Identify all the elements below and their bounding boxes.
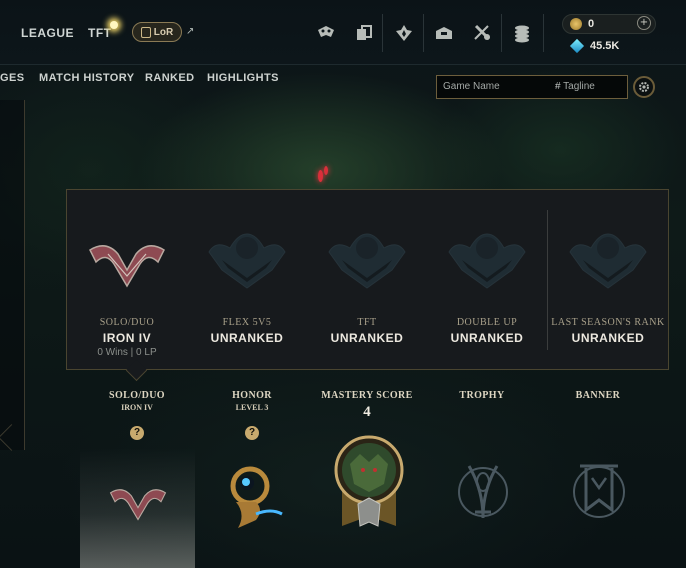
- rp-amount: 0: [588, 18, 595, 30]
- queue-name: LAST SEASON'S RANK: [551, 317, 665, 328]
- gear-icon: [639, 82, 649, 92]
- tab-ranked[interactable]: RANKED: [145, 72, 194, 84]
- ranks-popup: SOLO/DUO IRON IV 0 Wins | 0 LP FLEX 5V5 …: [66, 189, 669, 370]
- toolbar-divider: [423, 14, 424, 52]
- be-amount: 45.5K: [590, 40, 620, 52]
- queue-name: DOUBLE UP: [456, 317, 518, 328]
- blue-essence-icon: [569, 38, 585, 54]
- solo-help-icon[interactable]: ?: [130, 426, 144, 440]
- tab-pages[interactable]: GES: [0, 72, 24, 84]
- tab-match-history[interactable]: MATCH HISTORY: [39, 72, 134, 84]
- trophy-icon: [458, 465, 508, 519]
- card-mastery[interactable]: MASTERY SCORE 4: [310, 390, 424, 421]
- top-navigation-bar: LEAGUE TFT LoR ↗ 0 + 45.5K: [0, 0, 686, 65]
- honor-icon: [230, 466, 283, 528]
- buy-rp-button[interactable]: +: [637, 16, 651, 30]
- card-solo-duo[interactable]: SOLO/DUO IRON IV: [80, 390, 194, 412]
- store-icon[interactable]: [313, 20, 339, 46]
- card-title: SOLO/DUO: [109, 390, 165, 401]
- settings-button[interactable]: [633, 76, 655, 98]
- splash-eye-right: [324, 166, 328, 175]
- mastery-score-value: 4: [363, 404, 371, 420]
- collection-icon[interactable]: [351, 20, 377, 46]
- queue-flex: FLEX 5V5 UNRANKED: [187, 190, 307, 369]
- queue-double-up: DOUBLE UP UNRANKED: [427, 190, 547, 369]
- game-name-placeholder: Game Name: [443, 81, 500, 92]
- crafting-icon[interactable]: [469, 20, 495, 46]
- queue-solo-duo: SOLO/DUO IRON IV 0 Wins | 0 LP: [67, 190, 187, 369]
- lor-logo-icon: [140, 26, 151, 38]
- unranked-emblem-icon: [328, 233, 406, 289]
- iron-emblem-icon: [89, 245, 165, 288]
- queue-name: SOLO/DUO: [99, 317, 155, 328]
- card-subtitle: IRON IV: [121, 403, 153, 412]
- mastery-champion-icon: [334, 435, 404, 527]
- card-subtitle: LEVEL 3: [235, 403, 269, 412]
- currency-icon[interactable]: [509, 20, 535, 46]
- card-banner[interactable]: BANNER: [541, 390, 655, 401]
- banner-icon: [573, 464, 625, 518]
- tft-notification-glow: [110, 21, 118, 29]
- player-search-input[interactable]: Game Name # Tagline: [436, 75, 628, 99]
- card-title: MASTERY SCORE: [321, 390, 413, 401]
- queue-tft: TFT UNRANKED: [307, 190, 427, 369]
- queue-rank: UNRANKED: [210, 331, 284, 345]
- toolbar-divider: [501, 14, 502, 52]
- tab-lor[interactable]: LoR: [132, 22, 182, 42]
- riot-points: 0: [564, 16, 594, 32]
- loot-icon[interactable]: [391, 20, 417, 46]
- unranked-emblem-icon: [448, 233, 526, 289]
- unranked-emblem-icon: [208, 233, 286, 289]
- iron-emblem-icon: [109, 489, 167, 521]
- tagline-placeholder: Tagline: [563, 81, 595, 92]
- splash-eye-left: [318, 170, 323, 182]
- queue-rank: UNRANKED: [450, 331, 524, 345]
- tab-league[interactable]: LEAGUE: [21, 26, 74, 40]
- tab-tft[interactable]: TFT: [88, 26, 112, 40]
- card-title: TROPHY: [459, 390, 505, 401]
- queue-name: FLEX 5V5: [222, 317, 272, 328]
- queue-rank: UNRANKED: [571, 331, 645, 345]
- card-title: BANNER: [575, 390, 621, 401]
- external-link-icon: ↗: [186, 26, 195, 37]
- unranked-emblem-icon: [569, 233, 647, 289]
- lor-label: LoR: [153, 26, 174, 38]
- queue-last-season: LAST SEASON'S RANK UNRANKED: [548, 190, 668, 369]
- card-title: HONOR: [232, 390, 272, 401]
- rp-coin-icon: [570, 18, 582, 30]
- blue-essence: 45.5K: [564, 38, 619, 54]
- toolbar-divider: [382, 14, 383, 52]
- tab-highlights[interactable]: HIGHLIGHTS: [207, 72, 279, 84]
- tagline-field[interactable]: # Tagline: [555, 81, 595, 92]
- card-trophy[interactable]: TROPHY: [425, 390, 539, 401]
- hash-symbol: #: [555, 81, 561, 92]
- queue-name: TFT: [357, 317, 377, 328]
- card-honor[interactable]: HONOR LEVEL 3: [195, 390, 309, 412]
- honor-help-icon[interactable]: ?: [245, 426, 259, 440]
- inventory-icon[interactable]: [431, 20, 457, 46]
- queue-rank: UNRANKED: [330, 331, 404, 345]
- queue-stats: 0 Wins | 0 LP: [97, 347, 157, 358]
- queue-rank: IRON IV: [102, 331, 152, 345]
- toolbar-divider: [543, 14, 544, 52]
- side-panel-edge: [0, 100, 25, 450]
